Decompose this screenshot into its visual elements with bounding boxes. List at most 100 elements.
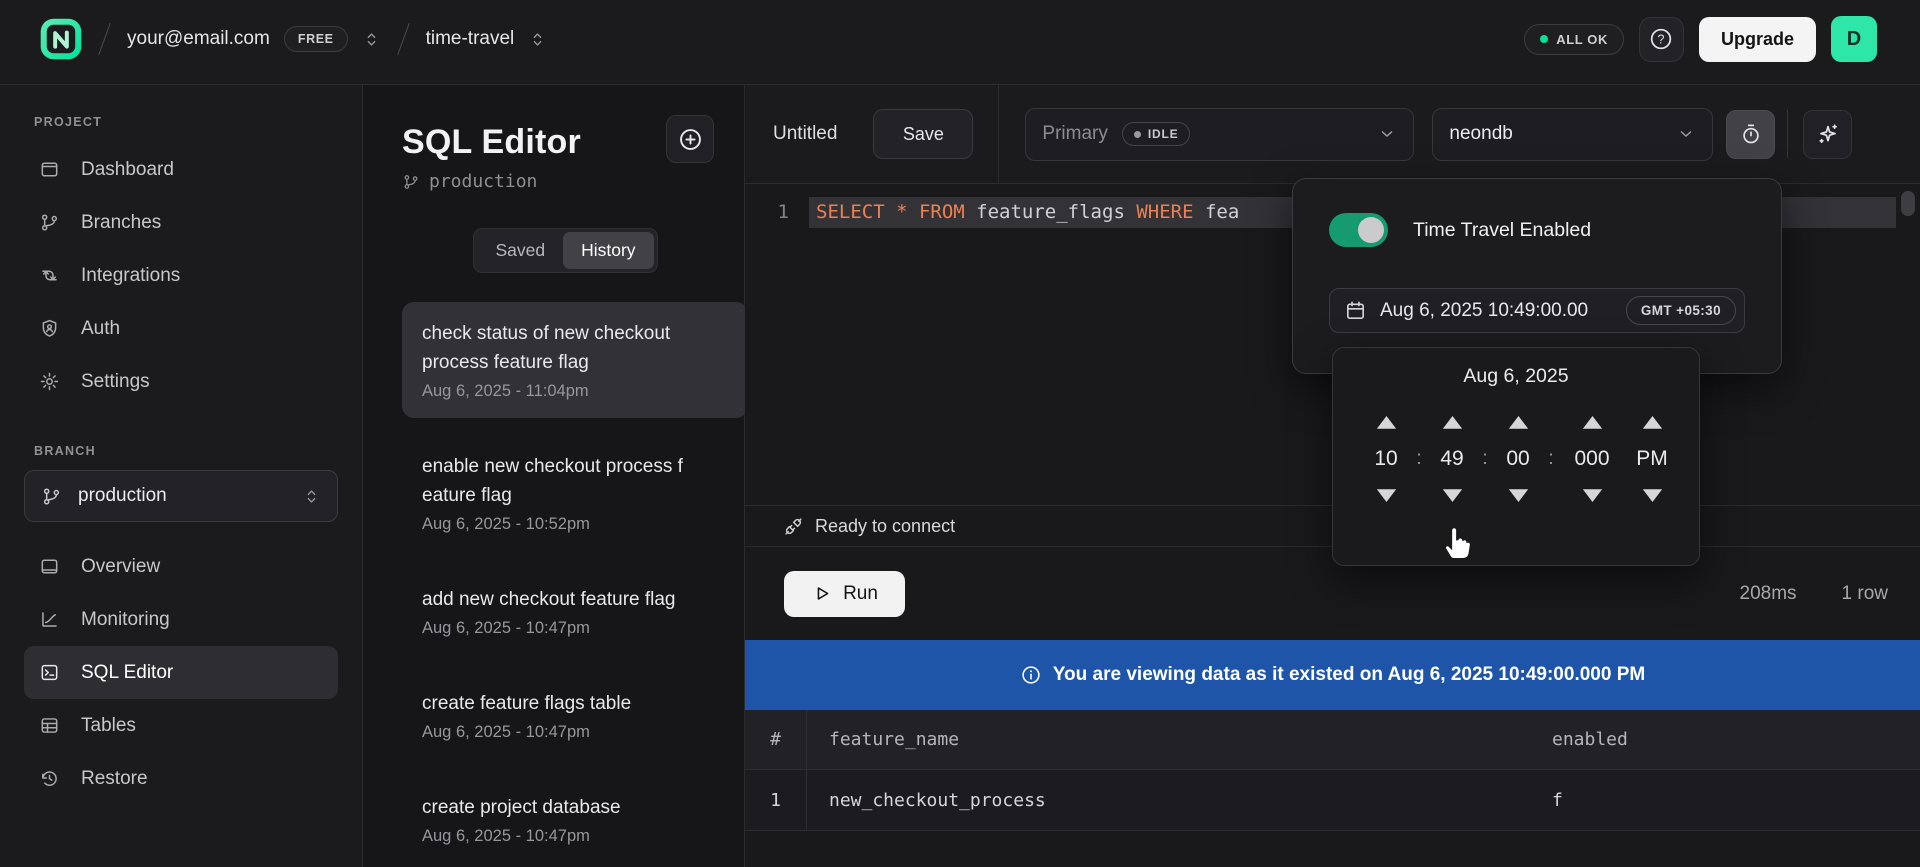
run-button[interactable]: Run — [784, 571, 905, 617]
sidebar-item-monitoring[interactable]: Monitoring — [24, 593, 338, 646]
picker-minute[interactable]: 49 — [1440, 447, 1463, 471]
monitoring-chart-icon — [39, 609, 60, 630]
sidebar-item-restore[interactable]: Restore — [24, 752, 338, 805]
history-item-title: create feature flags table — [422, 689, 728, 718]
chevron-down-icon — [1676, 124, 1696, 144]
millisecond-down-button[interactable] — [1580, 486, 1605, 505]
dashboard-icon — [39, 159, 60, 180]
history-item[interactable]: create feature flags table Aug 6, 2025 -… — [402, 672, 748, 759]
picker-grid: 10 : 49 : 00 : 000 PM — [1362, 413, 1699, 505]
history-item[interactable]: add new checkout feature flag Aug 6, 202… — [402, 568, 748, 655]
picker-millisecond[interactable]: 000 — [1574, 447, 1609, 471]
info-icon — [1020, 664, 1042, 686]
time-travel-button[interactable] — [1726, 110, 1775, 159]
compute-select[interactable]: Primary IDLE — [1025, 108, 1414, 161]
table-row[interactable]: 1 new_checkout_process f — [745, 770, 1920, 831]
picker-separator: : — [1482, 448, 1487, 470]
minute-up-button[interactable] — [1440, 413, 1465, 432]
avatar[interactable]: D — [1831, 16, 1877, 62]
sidebar-section-project: PROJECT — [34, 115, 338, 129]
database-select[interactable]: neondb — [1432, 108, 1713, 161]
history-item[interactable]: create project database Aug 6, 2025 - 10… — [402, 776, 748, 863]
tab-history[interactable]: History — [563, 232, 653, 269]
sidebar-item-branches[interactable]: Branches — [24, 196, 338, 249]
editor-scrollbar-thumb[interactable] — [1901, 191, 1915, 216]
branch-icon — [402, 173, 420, 191]
sidebar-item-sql-editor[interactable]: SQL Editor — [24, 646, 338, 699]
saved-history-tabs: Saved History — [473, 228, 657, 273]
history-item-title: enable new checkout process f eature fla… — [422, 452, 728, 510]
question-icon: ? — [1658, 32, 1665, 46]
sidebar-item-tables[interactable]: Tables — [24, 699, 338, 752]
results-header-row: # feature_name enabled — [745, 710, 1920, 770]
history-item-date: Aug 6, 2025 - 10:47pm — [422, 827, 728, 846]
hour-down-button[interactable] — [1374, 486, 1399, 505]
sidebar-item-label: Auth — [81, 318, 120, 340]
status-pill[interactable]: ALL OK — [1524, 24, 1624, 55]
integrations-icon — [39, 265, 60, 286]
branch-selector[interactable]: production — [24, 470, 338, 522]
ai-sparkles-button[interactable] — [1803, 110, 1852, 159]
tab-saved[interactable]: Saved — [477, 232, 563, 269]
picker-second[interactable]: 00 — [1506, 447, 1529, 471]
history-item-title: create project database — [422, 793, 728, 822]
neon-console: your@email.com FREE time-travel ALL OK ? — [0, 0, 1920, 867]
second-down-button[interactable] — [1506, 486, 1531, 505]
sidebar-item-dashboard[interactable]: Dashboard — [24, 143, 338, 196]
query-duration: 208ms — [1740, 583, 1797, 605]
chevron-down-icon — [1377, 124, 1397, 144]
sidebar-item-label: Monitoring — [81, 609, 170, 631]
sidebar-item-label: Settings — [81, 371, 150, 393]
branch-selector-value: production — [78, 485, 167, 507]
query-tab-title[interactable]: Untitled — [773, 123, 837, 145]
branches-icon — [39, 212, 60, 233]
neon-logo[interactable] — [40, 17, 82, 61]
account-breadcrumb[interactable]: your@email.com FREE — [127, 26, 381, 52]
minute-down-button[interactable] — [1440, 486, 1465, 505]
history-list: check status of new checkout process fea… — [402, 302, 748, 863]
column-header-feature-name: feature_name — [807, 729, 1530, 750]
time-travel-popup: Time Travel Enabled Aug 6, 2025 10:49:00… — [1292, 178, 1782, 374]
sidebar-item-label: Overview — [81, 556, 160, 578]
meridiem-up-button[interactable] — [1640, 413, 1665, 432]
history-item[interactable]: enable new checkout process f eature fla… — [402, 435, 748, 551]
status-ok-dot — [1540, 35, 1548, 43]
datetime-input[interactable]: Aug 6, 2025 10:49:00.00 GMT +05:30 — [1329, 288, 1745, 333]
run-button-label: Run — [843, 583, 878, 605]
compute-status-badge: IDLE — [1122, 122, 1191, 146]
hour-up-button[interactable] — [1374, 413, 1399, 432]
help-button[interactable]: ? — [1639, 17, 1684, 62]
timezone-badge: GMT +05:30 — [1626, 296, 1736, 325]
sql-token: * — [896, 201, 919, 223]
history-item-title: check status of new checkout process fea… — [422, 319, 728, 377]
sidebar-item-label: Branches — [81, 212, 161, 234]
sidebar-item-overview[interactable]: Overview — [24, 540, 338, 593]
chevrons-up-down-icon[interactable] — [528, 30, 547, 49]
upgrade-button[interactable]: Upgrade — [1699, 17, 1816, 62]
picker-meridiem[interactable]: PM — [1636, 447, 1668, 471]
chevrons-up-down-icon[interactable] — [362, 30, 381, 49]
history-item[interactable]: check status of new checkout process fea… — [402, 302, 748, 418]
database-name: neondb — [1449, 123, 1512, 145]
sidebar-item-integrations[interactable]: Integrations — [24, 249, 338, 302]
sidebar-item-settings[interactable]: Settings — [24, 355, 338, 408]
picker-hour[interactable]: 10 — [1374, 447, 1397, 471]
time-travel-banner-text: You are viewing data as it existed on Au… — [1053, 664, 1645, 686]
project-breadcrumb[interactable]: time-travel — [426, 28, 548, 50]
compute-name: Primary — [1042, 123, 1107, 145]
millisecond-up-button[interactable] — [1580, 413, 1605, 432]
time-travel-toggle[interactable] — [1329, 213, 1388, 247]
chevrons-up-down-icon — [302, 487, 321, 506]
second-up-button[interactable] — [1506, 413, 1531, 432]
run-bar: Run 208ms 1 row — [745, 547, 1920, 640]
meridiem-down-button[interactable] — [1640, 486, 1665, 505]
branch-icon — [41, 486, 62, 507]
save-button[interactable]: Save — [873, 109, 973, 159]
sidebar-item-auth[interactable]: Auth — [24, 302, 338, 355]
history-item-date: Aug 6, 2025 - 10:47pm — [422, 723, 728, 742]
sidebar-item-label: Tables — [81, 715, 136, 737]
restore-history-icon — [39, 768, 60, 789]
sql-token: FROM — [919, 201, 976, 223]
overview-icon — [39, 556, 60, 577]
new-query-button[interactable] — [666, 115, 714, 163]
